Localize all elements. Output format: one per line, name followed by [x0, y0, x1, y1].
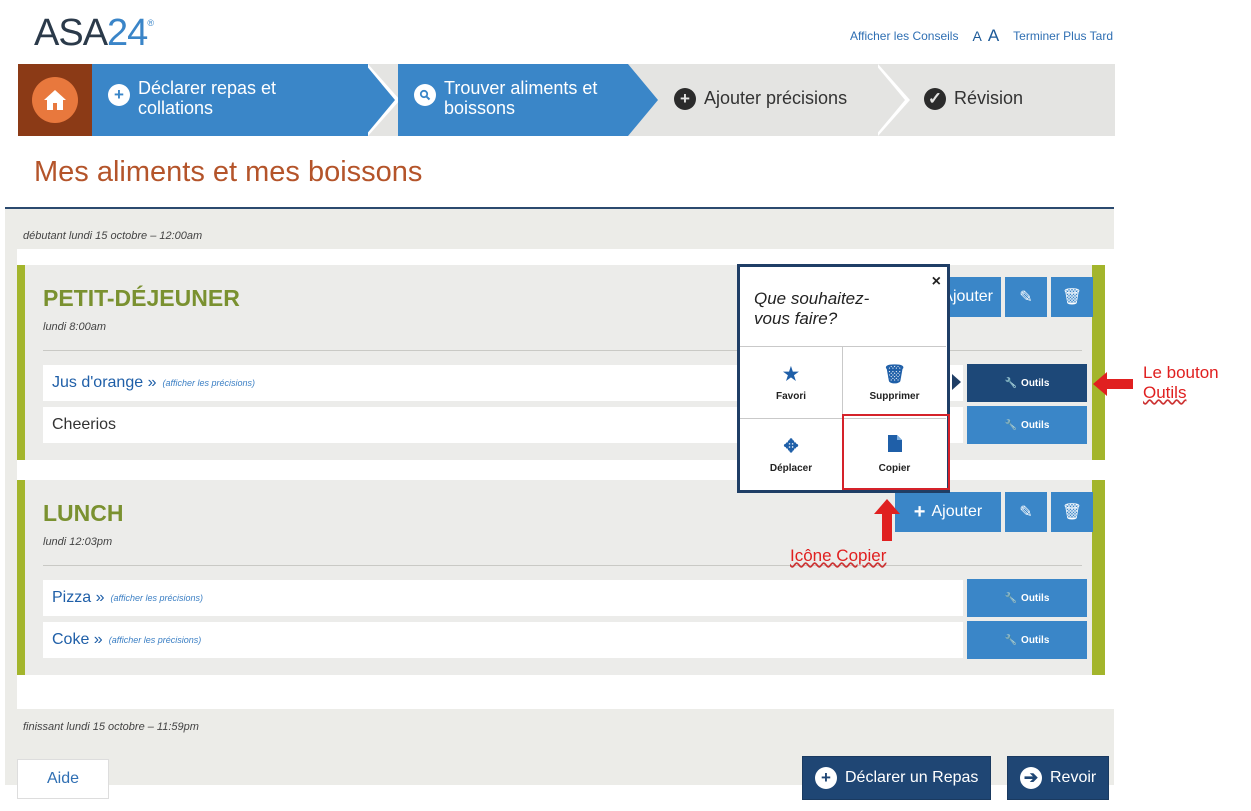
favorite-option[interactable]: ★ Favori — [740, 346, 843, 418]
tools-label: Outils — [1021, 419, 1050, 431]
popup-title: Que souhaitez-vous faire? — [754, 289, 870, 328]
step-add-details[interactable]: + Ajouter précisions — [658, 64, 878, 136]
tools-label: Outils — [1021, 592, 1050, 604]
meal-card-lunch: LUNCH lundi 12:03pm + Ajouter ✎ 🗑 Pizza »… — [17, 480, 1105, 675]
pencil-icon: ✎ — [1019, 504, 1033, 521]
review-button[interactable]: ➔ Revoir — [1007, 756, 1110, 800]
show-details-link[interactable]: (afficher les précisions) — [109, 635, 202, 645]
search-icon — [414, 84, 436, 106]
review-label: Revoir — [1050, 769, 1097, 786]
plus-icon: + — [815, 767, 837, 789]
move-label: Déplacer — [769, 462, 813, 474]
step-review[interactable]: ✓ Révision — [908, 64, 1115, 136]
popup-pointer — [952, 374, 961, 390]
home-step[interactable] — [18, 64, 92, 136]
meal-time: lundi 12:03pm — [43, 536, 113, 548]
tools-button[interactable]: 🔧 Outils — [967, 621, 1087, 659]
edit-meal-button[interactable]: ✎ — [1005, 277, 1047, 317]
show-tips-link[interactable]: Afficher les Conseils — [850, 29, 959, 43]
logo-number: 24 — [107, 12, 148, 54]
trash-icon: 🗑 — [883, 363, 906, 384]
copy-highlight-box — [842, 414, 950, 490]
trash-icon: 🗑 — [1061, 504, 1083, 521]
step-arrow — [365, 64, 395, 136]
step-declare-meals-label: Déclarer repas et collations — [138, 78, 277, 118]
tools-button-annotation: Le bouton Outils — [1143, 363, 1219, 403]
annotation-line: Outils — [1143, 383, 1219, 403]
page-title: Mes aliments et mes boissons — [34, 156, 423, 188]
show-details-link[interactable]: (afficher les précisions) — [110, 593, 203, 603]
tools-button[interactable]: 🔧 Outils — [967, 579, 1087, 617]
food-name-link[interactable]: Pizza » — [52, 589, 104, 607]
declare-meal-button[interactable]: + Déclarer un Repas — [802, 756, 992, 800]
meal-time: lundi 8:00am — [43, 321, 106, 333]
date-range-start: débutant lundi 15 octobre – 12:00am — [23, 230, 203, 242]
plus-icon: + — [913, 500, 926, 523]
annotation-underlined-text: Outils — [1143, 383, 1187, 402]
close-icon[interactable]: × — [932, 273, 941, 291]
step-declare-meals[interactable]: + Déclarer repas et collations — [92, 64, 368, 136]
delete-label: Supprimer — [869, 390, 920, 402]
annotation-arrow-up — [874, 499, 900, 541]
meal-name: PETIT-DÉJEUNER — [43, 285, 240, 311]
logo-registered-mark: ® — [147, 18, 154, 28]
plus-icon: + — [108, 84, 130, 106]
food-row: Coke » (afficher les précisions) — [43, 622, 963, 658]
arrow-right-icon: ➔ — [1020, 767, 1042, 789]
font-size-large-button[interactable]: A — [988, 26, 999, 46]
declare-meal-label: Déclarer un Repas — [845, 769, 979, 786]
step-review-label: Révision — [954, 88, 1024, 108]
tools-label: Outils — [1021, 377, 1050, 389]
logo-text: ASA — [34, 12, 108, 54]
finish-later-link[interactable]: Terminer Plus Tard — [1013, 29, 1113, 43]
move-option[interactable]: ✥ Déplacer — [740, 418, 843, 490]
top-links: Afficher les Conseils A A Terminer Plus … — [850, 26, 1113, 46]
steps-nav: + Déclarer repas et collations Trouver al… — [18, 64, 1115, 136]
add-food-label: Ajouter — [931, 503, 983, 520]
wrench-icon: 🔧 — [1004, 592, 1018, 604]
food-name-link[interactable]: Coke » — [52, 631, 103, 649]
delete-option[interactable]: 🗑 Supprimer — [843, 346, 946, 418]
wrench-icon: 🔧 — [1004, 419, 1018, 431]
star-icon: ★ — [782, 363, 800, 384]
copy-icon-annotation: Icône Copier — [790, 546, 886, 566]
font-size-small-button[interactable]: A — [972, 28, 981, 44]
food-name: Cheerios — [52, 416, 117, 433]
step-add-details-label: Ajouter précisions — [704, 88, 848, 108]
pencil-icon: ✎ — [1019, 289, 1033, 306]
food-row: Pizza » (afficher les précisions) — [43, 580, 963, 616]
move-icon: ✥ — [783, 435, 799, 456]
tools-button[interactable]: 🔧 Outils — [967, 364, 1087, 402]
delete-meal-button[interactable]: 🗑 — [1051, 277, 1093, 317]
step-arrow — [628, 64, 658, 136]
annotation-underlined-text: Icône Copier — [790, 546, 887, 565]
annotation-arrow-left — [1093, 372, 1133, 396]
show-details-link[interactable]: (afficher les précisions) — [162, 378, 255, 388]
date-range-end: finissant lundi 15 octobre – 11:59pm — [23, 721, 199, 733]
tools-button[interactable]: 🔧 Outils — [967, 406, 1087, 444]
help-button[interactable]: Aide — [17, 759, 109, 799]
step-find-foods-label: Trouver aliments et boissons — [444, 78, 598, 118]
meal-name: LUNCH — [43, 500, 124, 526]
favorite-label: Favori — [775, 390, 806, 402]
wrench-icon: 🔧 — [1004, 377, 1018, 389]
food-name-link[interactable]: Jus d'orange » — [52, 374, 156, 392]
step-arrow — [875, 64, 905, 136]
step-find-foods[interactable]: Trouver aliments et boissons — [398, 64, 628, 136]
add-food-button[interactable]: + Ajouter — [895, 492, 1001, 532]
delete-meal-button[interactable]: 🗑 — [1051, 492, 1093, 532]
edit-meal-button[interactable]: ✎ — [1005, 492, 1047, 532]
divider — [43, 565, 1082, 566]
add-food-button[interactable]: Ajouter — [941, 277, 1001, 317]
wrench-icon: 🔧 — [1004, 634, 1018, 646]
home-icon — [32, 77, 78, 123]
tools-label: Outils — [1021, 634, 1050, 646]
trash-icon: 🗑 — [1061, 289, 1083, 306]
annotation-line: Le bouton — [1143, 363, 1219, 382]
check-icon: ✓ — [924, 88, 946, 110]
asa24-logo: ASA24® — [34, 12, 154, 55]
plus-icon: + — [674, 88, 696, 110]
